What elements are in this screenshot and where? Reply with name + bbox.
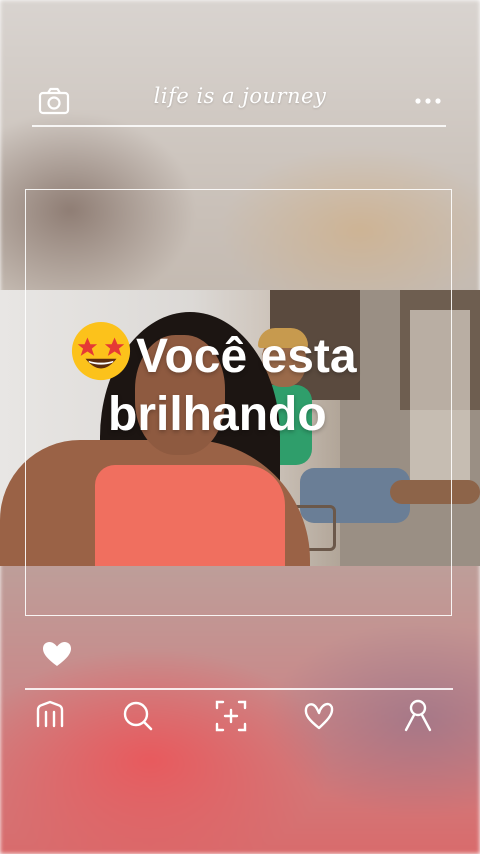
search-icon[interactable]	[120, 696, 156, 736]
header-divider	[32, 125, 446, 127]
heart-icon[interactable]	[301, 696, 337, 736]
camera-icon[interactable]	[38, 86, 70, 116]
app-tagline: life is a journey	[153, 84, 327, 108]
caption-line-1: Você esta	[136, 330, 357, 383]
bottom-navigation	[0, 696, 480, 740]
more-horizontal-icon[interactable]	[412, 96, 444, 106]
add-post-icon[interactable]	[213, 696, 249, 736]
home-icon[interactable]	[32, 696, 68, 736]
like-heart-icon[interactable]	[42, 640, 72, 668]
photo-caption: Você esta brilhando	[70, 320, 430, 444]
star-struck-emoji-icon	[71, 321, 131, 381]
caption-line-2: brilhando	[108, 388, 327, 441]
footer-divider	[25, 688, 453, 690]
profile-icon[interactable]	[400, 696, 436, 736]
